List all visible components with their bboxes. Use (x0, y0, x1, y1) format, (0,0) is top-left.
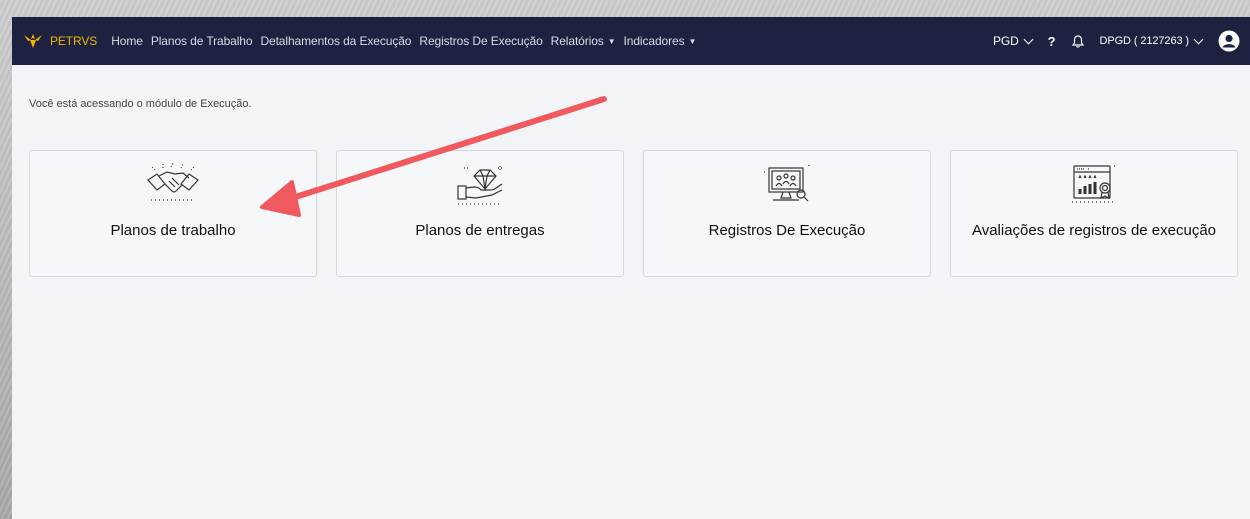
nav-indicadores-dropdown[interactable]: Indicadores ▼ (624, 34, 697, 48)
rating-chart-icon (1072, 165, 1118, 203)
card-planos-de-entregas[interactable]: Planos de entregas (336, 150, 624, 277)
unit-label: DPGD ( 2127263 ) (1099, 35, 1190, 47)
caret-down-icon: ▼ (688, 36, 697, 46)
bell-icon (1071, 34, 1084, 48)
card-label: Planos de trabalho (110, 222, 236, 239)
module-selector[interactable]: PGD (992, 34, 1034, 48)
top-navbar: PETRVS Home Planos de Trabalho Detalhame… (12, 17, 1250, 65)
brand[interactable]: PETRVS (22, 30, 97, 52)
user-avatar-button[interactable] (1218, 30, 1240, 52)
nav-planos-de-trabalho[interactable]: Planos de Trabalho (151, 34, 253, 48)
nav-indicadores-label: Indicadores (623, 34, 685, 48)
app-window: PETRVS Home Planos de Trabalho Detalhame… (12, 17, 1250, 519)
petrvs-logo-icon (24, 34, 42, 48)
monitor-people-icon (763, 164, 810, 202)
user-area: PGD ? DPGD ( 2127263 ) (977, 30, 1250, 52)
chevron-down-icon (1193, 34, 1204, 44)
user-avatar-icon (1218, 30, 1240, 52)
card-label: Planos de entregas (415, 222, 545, 239)
nav-detalhamentos-label: Detalhamentos da Execução (260, 34, 412, 48)
nav-relatorios-label: Relatórios (550, 34, 604, 48)
nav-detalhamentos[interactable]: Detalhamentos da Execução (260, 34, 411, 48)
module-cards: Planos de trabalho Planos de entregas Re… (29, 150, 1250, 277)
nav-home-label: Home (111, 34, 143, 48)
main-nav: Home Planos de Trabalho Detalhamentos da… (111, 34, 704, 48)
card-registros-de-execucao[interactable]: Registros De Execução (643, 150, 931, 277)
nav-registros-label: Registros De Execução (419, 34, 543, 48)
help-button[interactable]: ? (1048, 34, 1056, 49)
main-content: Você está acessando o módulo de Execução… (12, 98, 1250, 277)
card-label: Registros De Execução (708, 222, 866, 239)
unit-selector[interactable]: DPGD ( 2127263 ) (1099, 34, 1204, 47)
module-info-text: Você está acessando o módulo de Execução… (29, 98, 252, 110)
chevron-down-icon (1023, 34, 1034, 44)
handshake-icon (147, 162, 199, 201)
nav-relatorios-dropdown[interactable]: Relatórios ▼ (551, 34, 616, 48)
card-label: Avaliações de registros de execução (971, 222, 1217, 239)
module-label: PGD (992, 34, 1019, 48)
card-planos-de-trabalho[interactable]: Planos de trabalho (29, 150, 317, 277)
nav-home[interactable]: Home (111, 34, 143, 48)
nav-registros[interactable]: Registros De Execução (419, 34, 542, 48)
caret-down-icon: ▼ (607, 36, 616, 46)
notifications-button[interactable] (1071, 34, 1084, 48)
brand-name: PETRVS (50, 34, 98, 48)
nav-planos-label: Planos de Trabalho (150, 34, 253, 48)
diamond-hand-icon (457, 166, 503, 205)
help-label: ? (1047, 33, 1056, 49)
card-avaliacoes-de-registros[interactable]: Avaliações de registros de execução (950, 150, 1238, 277)
